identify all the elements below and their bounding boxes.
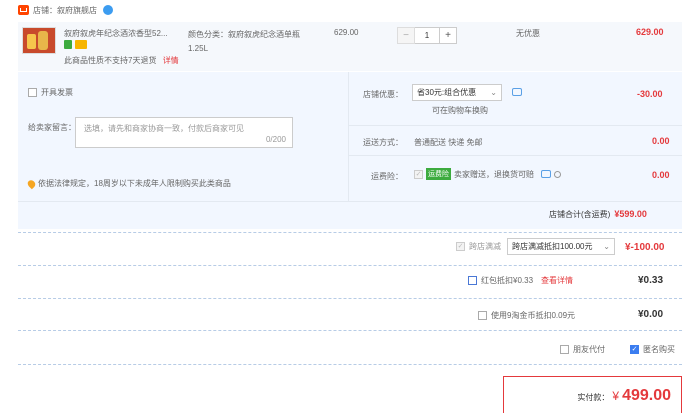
- quantity-stepper: − 1 +: [397, 27, 460, 44]
- friend-pay-option[interactable]: 朋友代付: [560, 344, 605, 355]
- cross-store-label: 跨店满减: [469, 242, 501, 251]
- quantity-input[interactable]: 1: [415, 27, 439, 44]
- insurance-checkbox: ✓: [414, 169, 423, 179]
- invoice-label: 开具发票: [41, 88, 73, 97]
- shipping-value: 普通配送 快递 免邮: [414, 138, 483, 147]
- red-packet-detail-link[interactable]: 查看详情: [541, 275, 573, 286]
- friend-pay-label: 朋友代付: [573, 345, 605, 354]
- coins-label: 使用9淘金币抵扣0.09元: [491, 311, 576, 320]
- message-textarea[interactable]: 选填，请先和商家协商一致，付款后商家可见 0/200: [75, 117, 293, 148]
- invoice-option[interactable]: 开具发票: [28, 87, 73, 98]
- payment-currency: ¥: [612, 389, 620, 403]
- section-divider: [18, 330, 682, 331]
- card-pay-icon: [75, 40, 87, 49]
- product-title[interactable]: 叙府叙虎年纪念酒浓香型52...: [64, 28, 168, 39]
- store-total-amount: ¥599.00: [614, 209, 647, 219]
- payment-total-box: 实付款： ¥ 499.00: [503, 376, 682, 413]
- store-name[interactable]: 店铺：叙府旗舰店: [33, 5, 97, 16]
- legal-note: 依据法律规定，18周岁以下未成年人限制购买此类商品: [26, 178, 231, 189]
- discount-status: 无优惠: [516, 29, 540, 38]
- payment-label: 实付款：: [577, 393, 610, 402]
- section-divider: [18, 364, 682, 365]
- cross-store-amount: ¥-100.00: [625, 242, 665, 253]
- store-discount-amount: -30.00: [637, 89, 663, 99]
- friend-pay-checkbox[interactable]: [560, 345, 569, 354]
- anonymous-label: 匿名购买: [643, 345, 675, 354]
- coins-amount: ¥0.00: [638, 309, 664, 320]
- message-counter: 0/200: [265, 135, 286, 144]
- anonymous-option[interactable]: ✓ 匿名购买: [630, 344, 675, 355]
- shipping-label: 运送方式：: [363, 138, 403, 147]
- cross-store-select[interactable]: 跨店满减抵扣100.00元 ⌄: [507, 238, 615, 255]
- section-divider: [18, 232, 682, 233]
- product-spec: 颜色分类：叙府叙虎纪念酒单瓶1.25L: [188, 30, 300, 53]
- anonymous-checkbox[interactable]: ✓: [630, 345, 639, 354]
- message-placeholder: 选填，请先和商家协商一致，付款后商家可见: [84, 124, 244, 133]
- cross-store-value: 跨店满减抵扣100.00元: [512, 242, 593, 251]
- authentic-icon: [64, 40, 72, 49]
- store-header: 店铺：叙府旗舰店: [18, 4, 113, 16]
- insurance-badge: 运费险: [426, 168, 451, 180]
- row-divider-1: [348, 125, 682, 126]
- coins-checkbox[interactable]: [478, 311, 487, 320]
- legal-note-text: 依据法律规定，18周岁以下未成年人限制购买此类商品: [38, 179, 231, 188]
- store-discount-value: 省30元:组合优惠: [417, 88, 477, 97]
- chat-bubble-icon[interactable]: [512, 88, 522, 96]
- store-icon: [18, 5, 29, 15]
- quantity-plus-button[interactable]: +: [439, 27, 457, 44]
- product-badge-icons: [64, 40, 87, 49]
- insurance-text: 卖家赠送，退换货可赔: [454, 169, 534, 179]
- shipping-amount: 0.00: [652, 136, 670, 146]
- help-icon[interactable]: [554, 170, 561, 178]
- no-return-note: 此商品性质不支持7天退货 详情: [64, 55, 179, 66]
- insurance-amount: 0.00: [652, 170, 670, 180]
- store-total-label: 店铺合计(含运费): [549, 210, 611, 219]
- cross-store-option: ✓ 跨店满减: [456, 241, 501, 252]
- chevron-down-icon: ⌄: [603, 242, 610, 251]
- message-label: 给卖家留言：: [28, 123, 76, 132]
- section-divider: [18, 265, 682, 266]
- section-divider: [18, 298, 682, 299]
- chat-bubble-icon[interactable]: [541, 170, 551, 178]
- invoice-checkbox[interactable]: [28, 88, 37, 97]
- payment-amount: 499.00: [622, 387, 671, 404]
- row-divider-3: [18, 201, 682, 202]
- store-discount-select[interactable]: 省30元:组合优惠 ⌄: [412, 84, 502, 101]
- chat-icon[interactable]: [103, 5, 113, 15]
- red-packet-label: 红包抵扣¥0.33: [481, 276, 534, 285]
- insurance-option: ✓ 运费险 卖家赠送，退换货可赔: [414, 168, 561, 180]
- order-options-panel: [18, 72, 682, 229]
- chevron-down-icon: ⌄: [490, 88, 497, 97]
- panel-divider: [348, 72, 349, 201]
- insurance-label: 运费险：: [371, 172, 403, 181]
- store-discount-label: 店铺优惠：: [363, 90, 403, 99]
- row-divider-2: [348, 155, 682, 156]
- store-discount-sub[interactable]: 可在购物车换购: [432, 105, 488, 116]
- quantity-minus-button[interactable]: −: [397, 27, 415, 44]
- no-return-text: 此商品性质不支持7天退货: [64, 56, 157, 65]
- item-subtotal: 629.00: [636, 27, 664, 37]
- cross-store-checkbox: ✓: [456, 242, 465, 251]
- red-packet-option[interactable]: 红包抵扣¥0.33 查看详情: [468, 275, 573, 286]
- unit-price: 629.00: [334, 28, 359, 37]
- red-packet-checkbox[interactable]: [468, 276, 477, 285]
- red-packet-amount: ¥0.33: [638, 275, 664, 286]
- detail-link[interactable]: 详情: [163, 56, 179, 65]
- coins-option[interactable]: 使用9淘金币抵扣0.09元: [478, 310, 575, 321]
- location-pin-icon: [26, 178, 37, 189]
- product-thumbnail[interactable]: [22, 27, 56, 54]
- store-total: 店铺合计(含运费) ¥599.00: [549, 209, 647, 220]
